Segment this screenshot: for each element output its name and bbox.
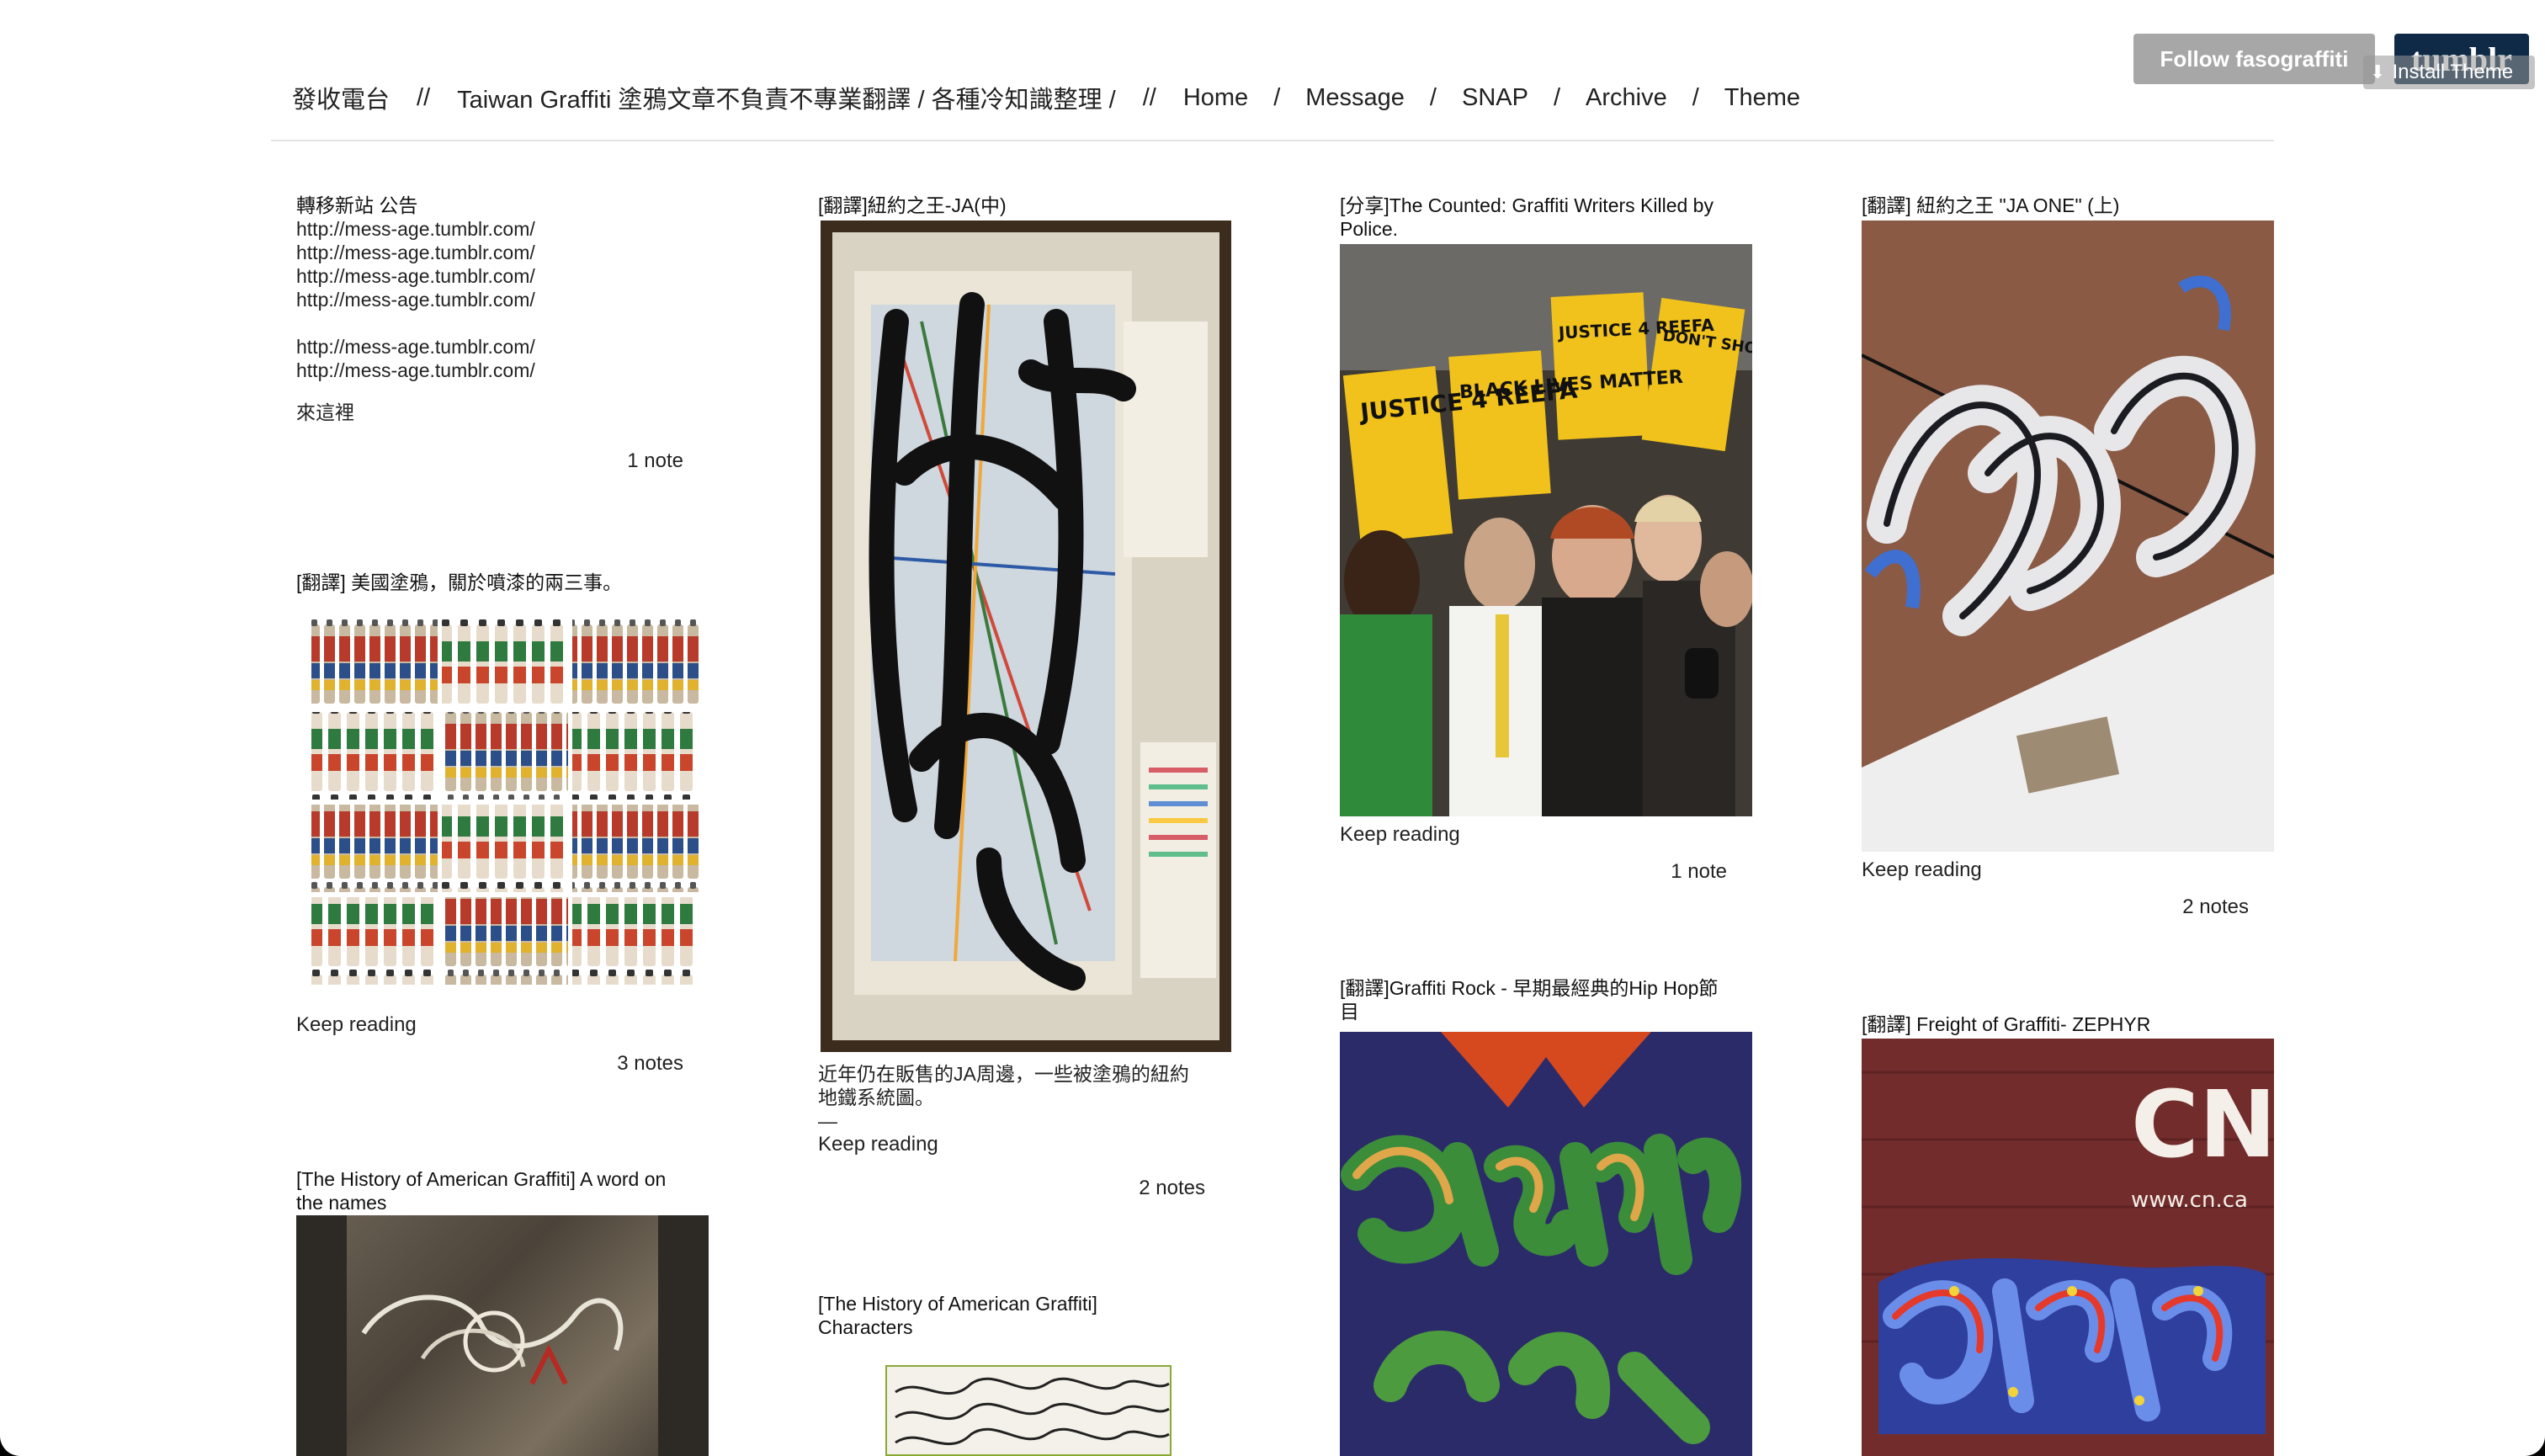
- nav-theme[interactable]: Theme: [1724, 84, 1800, 112]
- header-nav: 發收電台 // Taiwan Graffiti 塗鴉文章不負責不專業翻譯 / 各…: [292, 81, 1800, 114]
- post-history-characters: [The History of American Graffiti] Chara…: [818, 1292, 1180, 1339]
- keep-reading-link[interactable]: Keep reading: [818, 1133, 1205, 1156]
- protest-photo-image[interactable]: JUSTICE 4 REEFA BLACK LIVES MATTER JUSTI…: [1340, 244, 1752, 816]
- post-zephyr: [翻譯] Freight of Graffiti- ZEPHYR: [1862, 1012, 2249, 1036]
- zephyr-freight-graphic: CN www.cn.ca: [1862, 1039, 2274, 1456]
- post-title[interactable]: [翻譯]紐約之王-JA(中): [818, 194, 1222, 217]
- body-link[interactable]: 來這裡: [296, 401, 700, 424]
- notes-count[interactable]: 2 notes: [1060, 1177, 1205, 1200]
- notes-count[interactable]: 1 note: [1582, 860, 1727, 884]
- keep-reading-link[interactable]: Keep reading: [1340, 823, 1460, 847]
- follow-button[interactable]: Follow fasograffiti: [2133, 34, 2375, 84]
- body-link[interactable]: http://mess-age.tumblr.com/: [296, 217, 700, 241]
- cn-url: www.cn.ca: [2131, 1188, 2248, 1213]
- post-title[interactable]: [翻譯] 紐約之王 "JA ONE" (上): [1862, 194, 2249, 217]
- keep-reading-link[interactable]: Keep reading: [1862, 858, 1982, 882]
- spray-cans-graphic: [311, 619, 699, 985]
- site-tagline: Taiwan Graffiti 塗鴉文章不負責不專業翻譯 / 各種冷知識整理 /: [457, 87, 1116, 114]
- site-title-link[interactable]: 發收電台: [292, 80, 390, 115]
- body-link[interactable]: http://mess-age.tumblr.com/: [296, 241, 700, 264]
- nav-separator: /: [1692, 83, 1699, 111]
- subway-map-graphic: [832, 232, 1219, 1040]
- post-counted: [分享]The Counted: Graffiti Writers Killed…: [1340, 194, 1719, 241]
- post-ja-middle: [翻譯]紐約之王-JA(中): [818, 194, 1222, 217]
- wall-graffiti-image[interactable]: [296, 1215, 709, 1456]
- nav-home[interactable]: Home: [1183, 84, 1248, 112]
- nav-message[interactable]: Message: [1305, 84, 1405, 112]
- header-divider: [271, 140, 2274, 141]
- graffiti-rock-image[interactable]: [1340, 1032, 1752, 1456]
- body-link[interactable]: http://mess-age.tumblr.com/: [296, 359, 700, 382]
- post-title[interactable]: [分享]The Counted: Graffiti Writers Killed…: [1340, 194, 1719, 241]
- body-link[interactable]: http://mess-age.tumblr.com/: [296, 288, 700, 311]
- notes-count[interactable]: 1 note: [539, 449, 683, 473]
- post-graffiti-rock: [翻譯]Graffiti Rock - 早期最經典的Hip Hop節目: [1340, 976, 1727, 1023]
- post-title[interactable]: 轉移新站 公告: [296, 194, 700, 217]
- post-ja-one: [翻譯] 紐約之王 "JA ONE" (上): [1862, 194, 2249, 217]
- zephyr-freight-image[interactable]: CN www.cn.ca: [1862, 1039, 2274, 1456]
- protest-photo-graphic: JUSTICE 4 REEFA BLACK LIVES MATTER JUSTI…: [1340, 244, 1752, 816]
- nav-archive[interactable]: Archive: [1586, 84, 1667, 112]
- post-title[interactable]: [翻譯] 美國塗鴉，關於噴漆的兩三事。: [296, 571, 700, 594]
- download-icon: ⬇: [2370, 61, 2386, 82]
- post-title[interactable]: [The History of American Graffiti] Chara…: [818, 1292, 1180, 1339]
- cn-logo: CN: [2131, 1071, 2274, 1178]
- post-caption: 近年仍在販售的JA周邊，一些被塗鴉的紐約地鐵系統圖。: [818, 1063, 1189, 1108]
- body-link[interactable]: http://mess-age.tumblr.com/: [296, 335, 700, 359]
- keep-reading-link[interactable]: Keep reading: [296, 1013, 417, 1037]
- nav-separator: /: [1553, 83, 1561, 111]
- post-title[interactable]: [The History of American Graffiti] A wor…: [296, 1167, 683, 1214]
- nav-separator: //: [1142, 83, 1156, 111]
- ja-wall-image[interactable]: [1862, 221, 2274, 852]
- body-link[interactable]: http://mess-age.tumblr.com/: [296, 264, 700, 288]
- subway-map-graffiti-image[interactable]: [821, 221, 1231, 1052]
- post-title[interactable]: [翻譯] Freight of Graffiti- ZEPHYR: [1862, 1012, 2249, 1036]
- post-history-names: [The History of American Graffiti] A wor…: [296, 1167, 683, 1214]
- ja-wall-graphic: [1862, 221, 2274, 852]
- caption-dash: —: [818, 1110, 837, 1132]
- graffiti-rock-graphic: [1340, 1032, 1752, 1456]
- post-announcement: 轉移新站 公告 http://mess-age.tumblr.com/ http…: [296, 194, 700, 424]
- nav-separator: //: [417, 83, 431, 111]
- nav-separator: /: [1273, 83, 1281, 111]
- post-spray-paint: [翻譯] 美國塗鴉，關於噴漆的兩三事。: [296, 571, 700, 594]
- post-ja-middle-body: 近年仍在販售的JA周邊，一些被塗鴉的紐約地鐵系統圖。 — Keep readin…: [818, 1062, 1205, 1156]
- notes-count[interactable]: 2 notes: [2104, 895, 2249, 919]
- post-title[interactable]: [翻譯]Graffiti Rock - 早期最經典的Hip Hop節目: [1340, 976, 1727, 1023]
- characters-sketch-graphic: [895, 1377, 1170, 1445]
- notes-count[interactable]: 3 notes: [539, 1052, 683, 1076]
- install-theme-label: Install Theme: [2392, 61, 2514, 83]
- nav-separator: /: [1429, 83, 1437, 111]
- wall-graffiti-graphic: [296, 1215, 709, 1456]
- characters-sketch-image[interactable]: [885, 1365, 1172, 1456]
- nav-snap[interactable]: SNAP: [1462, 84, 1528, 112]
- install-theme-button[interactable]: ⬇ Install Theme: [2363, 56, 2535, 89]
- tumblr-blog-page: Follow fasograffiti tumblr ⬇ Install The…: [0, 0, 2545, 1456]
- spray-cans-image[interactable]: [307, 619, 703, 990]
